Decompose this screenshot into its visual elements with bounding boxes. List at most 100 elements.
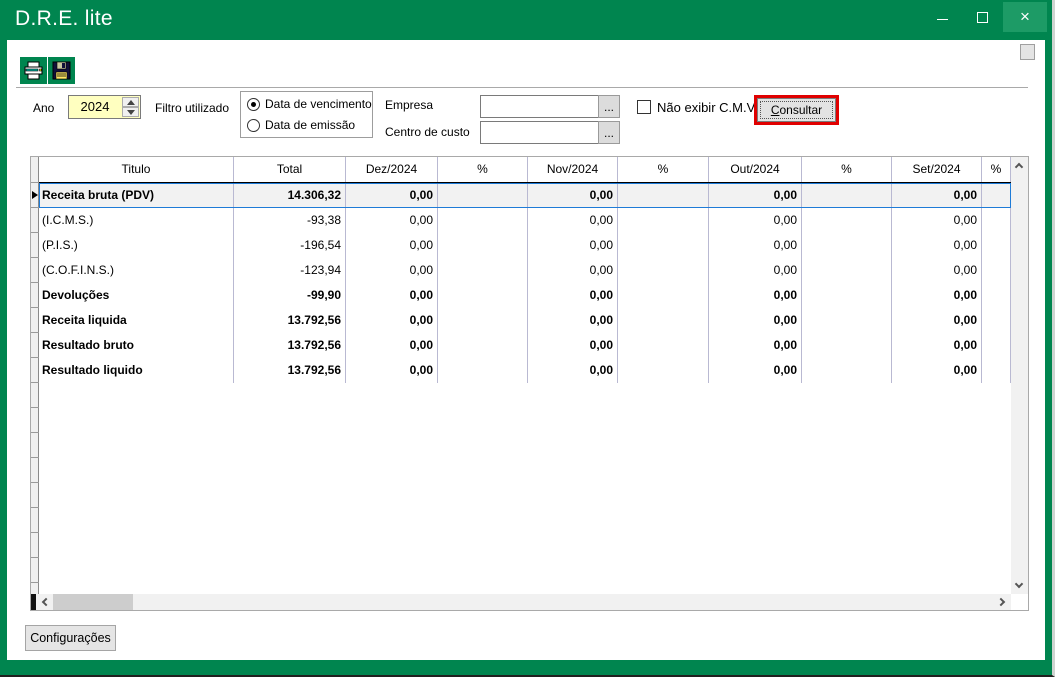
scroll-up-button[interactable] bbox=[1011, 157, 1028, 174]
empresa-input[interactable] bbox=[480, 95, 599, 118]
grid-cell bbox=[438, 258, 528, 283]
grid-cell bbox=[618, 183, 709, 208]
grid-cell: 0,00 bbox=[346, 183, 438, 208]
client-area: Ano 2024 Filtro utilizado Data de vencim… bbox=[7, 40, 1045, 660]
grid-cell bbox=[618, 258, 709, 283]
maximize-button[interactable] bbox=[963, 2, 1003, 32]
column-header[interactable]: Titulo bbox=[39, 157, 234, 182]
grid-cell: 13.792,56 bbox=[234, 308, 346, 333]
centro-custo-input[interactable] bbox=[480, 121, 599, 144]
grid-cell bbox=[982, 358, 1011, 383]
grid-cell bbox=[438, 358, 528, 383]
window-title: D.R.E. lite bbox=[15, 7, 113, 31]
column-header[interactable]: % bbox=[802, 157, 892, 182]
table-row[interactable]: Resultado bruto13.792,560,000,000,000,00 bbox=[39, 333, 1011, 358]
chevron-left-icon bbox=[42, 598, 50, 606]
table-row[interactable]: Devoluções-99,900,000,000,000,00 bbox=[39, 283, 1011, 308]
scroll-right-button[interactable] bbox=[994, 594, 1011, 610]
grid-cell: -196,54 bbox=[234, 233, 346, 258]
gutter-cell bbox=[31, 483, 39, 508]
grid-cell bbox=[618, 233, 709, 258]
column-header[interactable]: % bbox=[982, 157, 1011, 182]
column-header[interactable]: Dez/2024 bbox=[346, 157, 438, 182]
table-row[interactable]: Receita bruta (PDV)14.306,320,000,000,00… bbox=[39, 183, 1011, 208]
gutter-cell bbox=[31, 358, 39, 383]
filtro-radio-group: Data de vencimento Data de emissão bbox=[240, 91, 373, 138]
minimize-button[interactable] bbox=[923, 2, 963, 32]
spin-down-button[interactable] bbox=[122, 107, 139, 117]
maximize-icon bbox=[977, 12, 988, 23]
vertical-scrollbar[interactable] bbox=[1011, 157, 1028, 594]
grid-cell: 0,00 bbox=[892, 208, 982, 233]
nao-exibir-cmv-checkbox[interactable] bbox=[637, 100, 651, 114]
column-header[interactable]: Set/2024 bbox=[892, 157, 982, 182]
grid-cell: 0,00 bbox=[346, 208, 438, 233]
gutter-cell bbox=[31, 208, 39, 233]
radio-data-vencimento[interactable]: Data de vencimento bbox=[247, 97, 372, 111]
grid-cell: 0,00 bbox=[346, 283, 438, 308]
grid-cell: 0,00 bbox=[709, 358, 802, 383]
grid-cell: 0,00 bbox=[528, 208, 618, 233]
year-value: 2024 bbox=[69, 99, 121, 114]
year-spinner[interactable]: 2024 bbox=[68, 95, 141, 119]
column-header[interactable]: Out/2024 bbox=[709, 157, 802, 182]
close-icon: × bbox=[1003, 2, 1047, 32]
grid-content: TituloTotalDez/2024%Nov/2024%Out/2024%Se… bbox=[31, 157, 1011, 594]
column-header[interactable]: % bbox=[618, 157, 709, 182]
table-row[interactable]: (C.O.F.I.N.S.)-123,940,000,000,000,00 bbox=[39, 258, 1011, 283]
window-controls: × bbox=[923, 2, 1047, 32]
chevron-up-icon bbox=[1015, 163, 1023, 171]
grid-cell: 0,00 bbox=[528, 233, 618, 258]
grid-cell bbox=[438, 308, 528, 333]
grid-cell: 0,00 bbox=[528, 183, 618, 208]
current-row-indicator-icon bbox=[32, 191, 38, 199]
grid-cell bbox=[982, 258, 1011, 283]
grid-cell: Receita liquida bbox=[39, 308, 234, 333]
consultar-button[interactable]: Consultar bbox=[757, 98, 836, 122]
title-bar[interactable]: D.R.E. lite × bbox=[0, 0, 1052, 40]
horizontal-scroll-thumb[interactable] bbox=[53, 594, 133, 610]
grid-cell: 0,00 bbox=[528, 308, 618, 333]
grid-cell bbox=[802, 283, 892, 308]
arrow-down-icon bbox=[127, 110, 135, 115]
grid-cell bbox=[802, 333, 892, 358]
grid-cell: -99,90 bbox=[234, 283, 346, 308]
centro-custo-browse-button[interactable]: ... bbox=[598, 121, 620, 144]
grid-cell: 0,00 bbox=[346, 258, 438, 283]
save-button[interactable] bbox=[48, 57, 75, 84]
grid-cell bbox=[438, 333, 528, 358]
empresa-browse-button[interactable]: ... bbox=[598, 95, 620, 118]
configuracoes-button[interactable]: Configurações bbox=[25, 625, 116, 651]
horizontal-scrollbar[interactable] bbox=[31, 594, 1011, 610]
gutter-cell bbox=[31, 408, 39, 433]
table-row[interactable]: (P.I.S.)-196,540,000,000,000,00 bbox=[39, 233, 1011, 258]
radio-unselected-icon bbox=[247, 119, 260, 132]
grid-cell: 0,00 bbox=[709, 208, 802, 233]
grid-cell: 0,00 bbox=[709, 183, 802, 208]
scroll-down-button[interactable] bbox=[1011, 577, 1028, 594]
print-button[interactable] bbox=[20, 57, 47, 84]
close-button[interactable]: × bbox=[1003, 2, 1047, 32]
grid-cell: 0,00 bbox=[346, 308, 438, 333]
table-row[interactable]: (I.C.M.S.)-93,380,000,000,000,00 bbox=[39, 208, 1011, 233]
chevron-down-icon bbox=[1015, 580, 1023, 588]
radio-data-emissao[interactable]: Data de emissão bbox=[247, 118, 355, 132]
table-row[interactable]: Resultado liquido13.792,560,000,000,000,… bbox=[39, 358, 1011, 383]
scroll-left-button[interactable] bbox=[36, 594, 53, 610]
grid-cell bbox=[438, 233, 528, 258]
spin-up-button[interactable] bbox=[122, 97, 139, 107]
printer-icon bbox=[24, 61, 44, 80]
column-header[interactable]: Nov/2024 bbox=[528, 157, 618, 182]
grid-cell bbox=[618, 308, 709, 333]
column-header[interactable]: Total bbox=[234, 157, 346, 182]
column-header[interactable]: % bbox=[438, 157, 528, 182]
row-indicator-gutter bbox=[31, 157, 39, 594]
gutter-cell bbox=[31, 558, 39, 583]
gutter-cell bbox=[31, 383, 39, 408]
grid-cell: 0,00 bbox=[528, 283, 618, 308]
grid-cell: 0,00 bbox=[709, 333, 802, 358]
grid-cell: 0,00 bbox=[346, 233, 438, 258]
table-row[interactable]: Receita liquida13.792,560,000,000,000,00 bbox=[39, 308, 1011, 333]
gutter-cell bbox=[31, 433, 39, 458]
centro-custo-label: Centro de custo bbox=[385, 125, 470, 139]
